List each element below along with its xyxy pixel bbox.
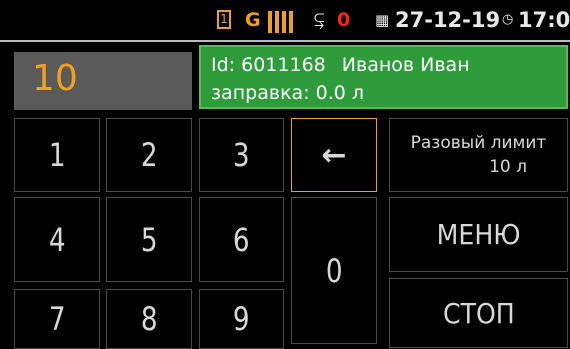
status-time: 17:05 xyxy=(518,8,570,32)
status-divider xyxy=(0,40,570,42)
single-limit-button[interactable]: Разовый лимит 10 л xyxy=(389,118,568,192)
fuel-count: 0 xyxy=(337,9,351,31)
clock-icon: ◷ xyxy=(502,12,514,27)
key-6[interactable]: 6 xyxy=(199,197,284,282)
key-4[interactable]: 4 xyxy=(14,197,100,282)
stop-button[interactable]: СТОП xyxy=(389,278,568,348)
key-2[interactable]: 2 xyxy=(106,118,192,192)
amount-input[interactable]: 10 xyxy=(14,52,192,110)
key-0[interactable]: 0 xyxy=(291,197,377,344)
limit-title: Разовый лимит xyxy=(410,133,547,153)
key-9[interactable]: 9 xyxy=(199,289,284,349)
backspace-button[interactable]: ← xyxy=(291,118,377,192)
driver-info-panel: Id: 6011168 Иванов Иван заправка: 0.0 л xyxy=(199,45,568,109)
status-bar: 1 G ⥹ 0 ▦ 27-12-19 ◷ 17:05 xyxy=(0,0,570,40)
driver-id-value: 6011168 xyxy=(241,54,326,76)
backspace-icon: ← xyxy=(321,137,347,173)
key-5[interactable]: 5 xyxy=(106,197,192,282)
key-3[interactable]: 3 xyxy=(199,118,284,192)
fuel-label: заправка: xyxy=(211,82,310,104)
signal-strength-icon xyxy=(268,11,294,33)
limit-value: 10 л xyxy=(489,157,527,177)
network-type: G xyxy=(245,9,261,31)
key-8[interactable]: 8 xyxy=(106,289,192,349)
driver-id-label: Id: xyxy=(211,54,236,76)
driver-name: Иванов Иван xyxy=(341,54,470,76)
key-7[interactable]: 7 xyxy=(14,289,100,349)
driver-id-line: Id: 6011168 Иванов Иван xyxy=(211,51,566,79)
fuel-line: заправка: 0.0 л xyxy=(211,79,566,107)
fuel-value: 0.0 л xyxy=(315,82,365,104)
sim-card-icon: 1 xyxy=(217,10,231,29)
fuel-nozzle-icon: ⥹ xyxy=(314,9,325,30)
key-1[interactable]: 1 xyxy=(14,118,100,192)
status-date: 27-12-19 xyxy=(395,8,501,32)
menu-button[interactable]: МЕНЮ xyxy=(389,197,568,272)
calendar-icon: ▦ xyxy=(375,11,390,29)
